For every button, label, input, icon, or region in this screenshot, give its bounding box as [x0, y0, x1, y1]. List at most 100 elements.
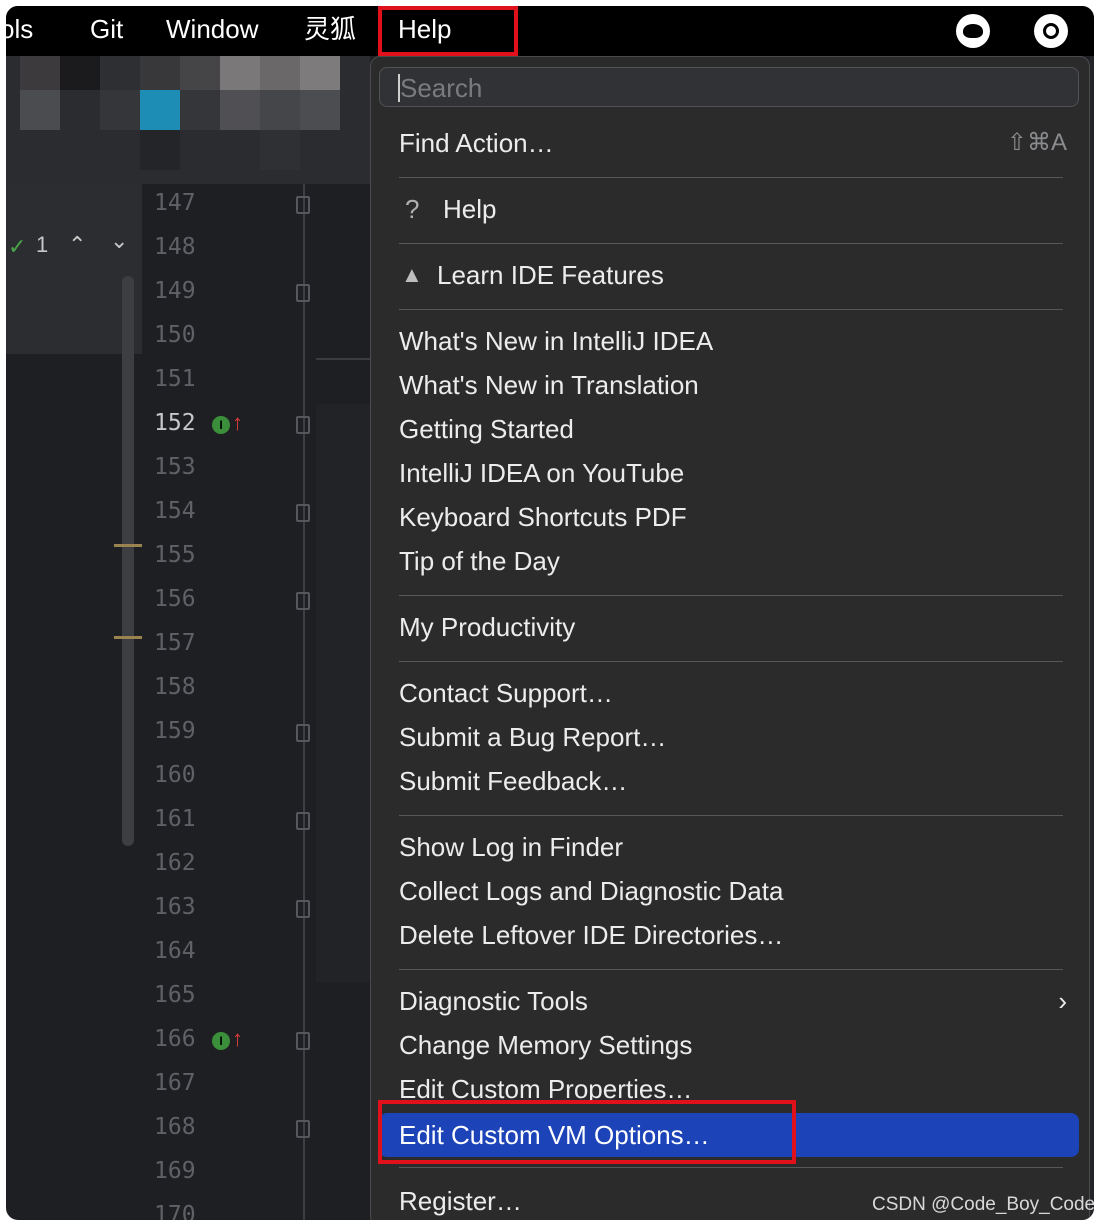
check-icon: ✓	[8, 234, 27, 259]
find-action-item[interactable]: Find Action… ⇧⌘A	[371, 121, 1089, 165]
line-number: 170	[154, 1202, 196, 1220]
menu-item-label: Register…	[399, 1186, 522, 1216]
menu-item-shortcuts-pdf[interactable]: Keyboard Shortcuts PDF	[371, 495, 1089, 539]
fold-marker-icon[interactable]	[296, 196, 310, 214]
menu-item-productivity[interactable]: My Productivity	[371, 605, 1089, 649]
up-arrow-icon[interactable]: ↑	[232, 1026, 243, 1052]
menu-item-label: Submit a Bug Report…	[399, 722, 667, 752]
line-number: 169	[154, 1158, 196, 1184]
line-number: 150	[154, 322, 196, 348]
menu-item-youtube[interactable]: IntelliJ IDEA on YouTube	[371, 451, 1089, 495]
menu-item-label: Diagnostic Tools	[399, 986, 588, 1016]
question-icon: ?	[405, 194, 420, 224]
menu-item-tip-of-day[interactable]: Tip of the Day	[371, 539, 1089, 583]
menu-item-label: Delete Leftover IDE Directories…	[399, 920, 784, 950]
annotation-box-vm-options	[378, 1100, 796, 1164]
chevron-up-icon[interactable]: ⌃	[68, 232, 86, 258]
menu-item-change-memory[interactable]: Change Memory Settings	[371, 1023, 1089, 1067]
menu-item-collect-logs[interactable]: Collect Logs and Diagnostic Data	[371, 869, 1089, 913]
match-count: 1	[36, 232, 49, 257]
separator	[399, 1167, 1063, 1168]
menu-item-label: My Productivity	[399, 612, 576, 642]
implements-icon[interactable]: I	[212, 416, 230, 434]
menu-item-label: Learn IDE Features	[437, 260, 664, 290]
line-number: 157	[154, 630, 196, 656]
menu-item-label: Show Log in Finder	[399, 832, 624, 862]
status-network-icon[interactable]	[1034, 14, 1068, 48]
watermark: CSDN @Code_Boy_Code	[872, 1194, 1096, 1215]
code-region	[316, 404, 370, 982]
fold-marker-icon[interactable]	[296, 724, 310, 742]
menu-window[interactable]: Window	[166, 6, 258, 56]
menu-item-whats-new-idea[interactable]: What's New in IntelliJ IDEA	[371, 319, 1089, 363]
annotation-box-help	[378, 6, 518, 56]
menu-item-label: Getting Started	[399, 414, 574, 444]
separator	[399, 595, 1063, 596]
menu-item-contact-support[interactable]: Contact Support…	[371, 671, 1089, 715]
learn-ide-features-item[interactable]: ▲ Learn IDE Features	[371, 253, 1089, 297]
line-number: 158	[154, 674, 196, 700]
menu-item-getting-started[interactable]: Getting Started	[371, 407, 1089, 451]
fold-marker-icon[interactable]	[296, 592, 310, 610]
ide-window: ols Git Window 灵狐 Help ✓ 1 ⌃ ⌄ 147 148 1…	[6, 6, 1094, 1220]
fold-marker-icon[interactable]	[296, 812, 310, 830]
menu-git[interactable]: Git	[90, 6, 123, 56]
fold-marker-icon[interactable]	[296, 284, 310, 302]
menu-item-diagnostic-tools[interactable]: Diagnostic Tools ›	[371, 979, 1089, 1023]
line-number: 167	[154, 1070, 196, 1096]
line-number: 154	[154, 498, 196, 524]
fold-marker-icon[interactable]	[296, 1120, 310, 1138]
menu-linghu[interactable]: 灵狐	[304, 6, 356, 56]
menu-item-label: What's New in IntelliJ IDEA	[399, 326, 714, 356]
line-number: 166	[154, 1026, 196, 1052]
fold-marker-icon[interactable]	[296, 900, 310, 918]
line-number: 163	[154, 894, 196, 920]
line-number: 165	[154, 982, 196, 1008]
fold-marker-icon[interactable]	[296, 1032, 310, 1050]
menu-item-feedback[interactable]: Submit Feedback…	[371, 759, 1089, 803]
menu-item-delete-leftover[interactable]: Delete Leftover IDE Directories…	[371, 913, 1089, 957]
separator	[399, 661, 1063, 662]
line-number: 168	[154, 1114, 196, 1140]
help-item[interactable]: ? Help	[371, 187, 1089, 231]
graduation-cap-icon: ▲	[401, 262, 423, 287]
line-number: 156	[154, 586, 196, 612]
line-number: 160	[154, 762, 196, 788]
menu-search-box[interactable]	[379, 67, 1079, 107]
separator	[399, 969, 1063, 970]
status-user-icon[interactable]	[956, 14, 990, 48]
menu-item-show-log[interactable]: Show Log in Finder	[371, 825, 1089, 869]
up-arrow-icon[interactable]: ↑	[232, 410, 243, 436]
implements-icon[interactable]: I	[212, 1032, 230, 1050]
menu-item-label: Help	[443, 194, 497, 224]
separator	[399, 243, 1063, 244]
line-number: 149	[154, 278, 196, 304]
menu-item-label: Find Action…	[399, 128, 554, 158]
gutter-line	[303, 184, 305, 1220]
line-number: 147	[154, 190, 196, 216]
menu-item-label: IntelliJ IDEA on YouTube	[399, 458, 685, 488]
scroll-marker	[114, 544, 142, 547]
chevron-down-icon[interactable]: ⌄	[110, 228, 128, 254]
menu-item-bug-report[interactable]: Submit a Bug Report…	[371, 715, 1089, 759]
shortcut-label: ⇧⌘A	[1006, 129, 1067, 156]
separator	[399, 177, 1063, 178]
line-number: 164	[154, 938, 196, 964]
menu-item-label: What's New in Translation	[399, 370, 699, 400]
fold-marker-icon[interactable]	[296, 504, 310, 522]
help-menu: Find Action… ⇧⌘A ? Help ▲ Learn IDE Feat…	[370, 56, 1090, 1220]
search-input[interactable]	[398, 72, 1062, 104]
line-number: 151	[154, 366, 196, 392]
separator	[399, 309, 1063, 310]
scrollbar[interactable]	[122, 276, 134, 846]
menu-item-label: Submit Feedback…	[399, 766, 628, 796]
text-caret	[398, 74, 400, 102]
menu-tools[interactable]: ols	[6, 6, 33, 56]
line-number: 152	[154, 410, 196, 436]
menu-item-whats-new-translation[interactable]: What's New in Translation	[371, 363, 1089, 407]
fold-marker-icon[interactable]	[296, 416, 310, 434]
menu-item-label: Contact Support…	[399, 678, 613, 708]
menu-bar: ols Git Window 灵狐 Help	[6, 6, 1094, 56]
separator	[399, 815, 1063, 816]
line-number: 153	[154, 454, 196, 480]
